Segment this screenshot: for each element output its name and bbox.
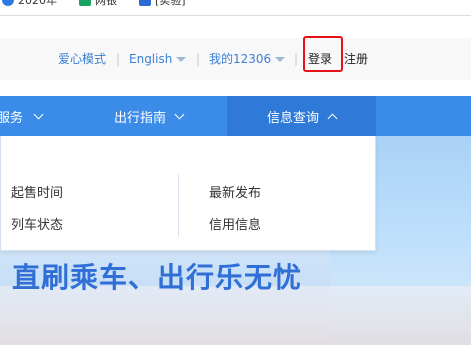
care-mode-link[interactable]: 爱心模式 [58, 51, 106, 67]
separator: | [196, 52, 201, 66]
chevron-down-icon [174, 109, 185, 119]
document-icon [139, 0, 151, 6]
dropdown-item-latest-release[interactable]: 最新发布 [209, 182, 261, 201]
bookmark-item[interactable]: 网银 [79, 0, 117, 8]
dropdown-item-credit-info[interactable]: 信用信息 [209, 214, 261, 233]
register-link[interactable]: 注册 [344, 51, 368, 67]
language-link[interactable]: English [129, 51, 172, 67]
nav-item-label: 服务 [0, 110, 24, 126]
nav-item-label: 出行指南 [114, 110, 167, 126]
bookmark-label: 网银 [95, 0, 117, 7]
page: 2020年 网银 [实验] 爱心模式 | English | 我的12306 |… [0, 0, 471, 345]
dropdown-item-train-status[interactable]: 列车状态 [11, 214, 63, 233]
bookmark-item[interactable]: 2020年 [2, 0, 57, 8]
bookmarks-bar: 2020年 网银 [实验] [0, 0, 471, 8]
nav-item-label: 信息查询 [266, 110, 319, 126]
separator: | [294, 52, 299, 66]
main-nav: 服务 出行指南 信息查询 [0, 96, 471, 136]
chevron-up-icon [327, 113, 338, 123]
info-query-dropdown: 起售时间 列车状态 最新发布 信用信息 [0, 136, 376, 251]
nav-item-info-query[interactable]: 信息查询 [227, 96, 376, 136]
my-account-link[interactable]: 我的12306 [209, 51, 271, 67]
chevron-down-icon [176, 57, 186, 62]
login-highlight-box [303, 36, 343, 72]
chevron-down-icon [275, 57, 285, 62]
globe-icon [2, 0, 14, 6]
bookmark-item[interactable]: [实验] [139, 0, 186, 8]
browser-divider [0, 15, 471, 16]
bookmark-label: 2020年 [18, 0, 57, 7]
nav-item-travel-guide[interactable]: 出行指南 [114, 96, 224, 136]
top-links-bar: 爱心模式 | English | 我的12306 | [0, 38, 471, 80]
hero-slogan: 直刷乘车、出行乐无忧 [12, 261, 303, 294]
chevron-down-icon [33, 109, 44, 119]
separator: | [116, 52, 121, 66]
bank-icon [79, 0, 91, 6]
dropdown-divider [178, 174, 179, 237]
nav-item-services[interactable]: 服务 [0, 96, 107, 136]
dropdown-item-sale-time[interactable]: 起售时间 [11, 182, 63, 201]
bookmark-label: [实验] [155, 0, 186, 7]
